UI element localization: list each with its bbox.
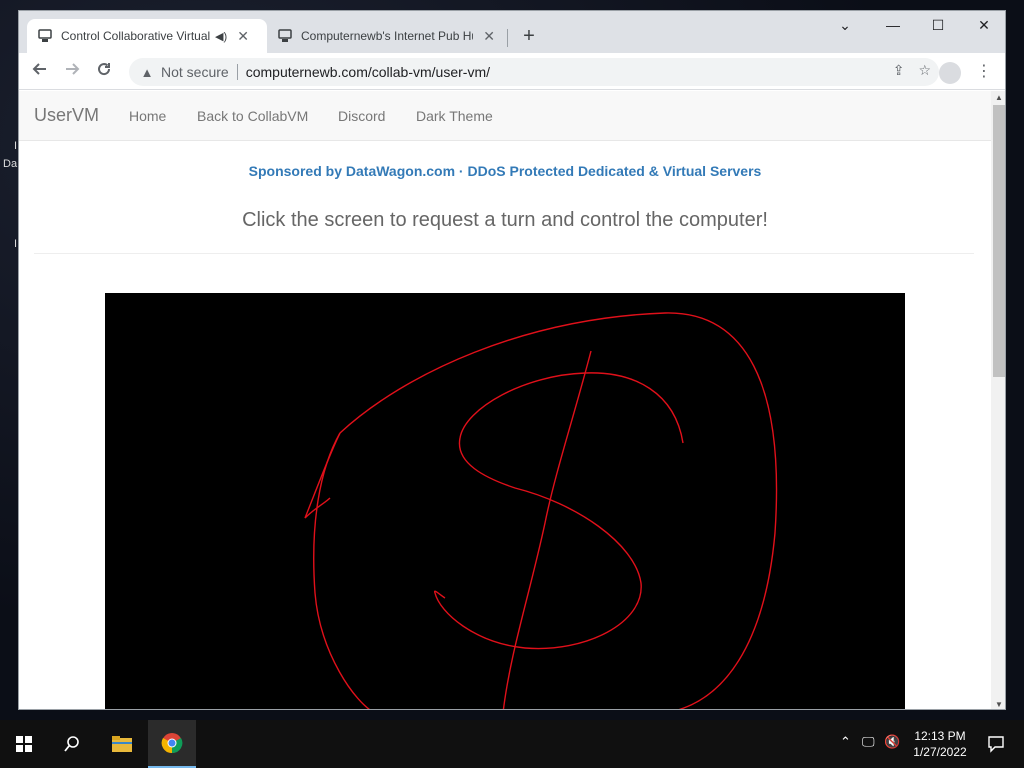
computer-favicon-icon bbox=[37, 28, 53, 44]
site-brand[interactable]: UserVM bbox=[34, 105, 99, 126]
menu-kebab-icon[interactable]: ⋮ bbox=[976, 61, 992, 81]
site-navbar: UserVM Home Back to CollabVM Discord Dar… bbox=[19, 91, 991, 141]
close-tab-icon[interactable]: ✕ bbox=[235, 28, 251, 45]
volume-muted-icon[interactable]: 🔇 bbox=[884, 734, 900, 750]
instructions-heading: Click the screen to request a turn and c… bbox=[242, 209, 768, 231]
reload-icon[interactable] bbox=[93, 61, 115, 83]
desktop-edge-text: I bbox=[14, 140, 18, 152]
tab-title: Computernewb's Internet Pub Hub bbox=[301, 29, 474, 43]
scrollbar-thumb[interactable] bbox=[993, 105, 1005, 377]
warning-triangle-icon[interactable]: ▲ bbox=[139, 65, 155, 80]
nav-link-home[interactable]: Home bbox=[129, 108, 166, 124]
omnibox-actions: ⇪ ☆ bbox=[893, 62, 931, 79]
tab-separator bbox=[507, 29, 508, 47]
sponsor-link[interactable]: Sponsored by DataWagon.com · DDoS Protec… bbox=[19, 163, 991, 179]
profile-avatar-icon[interactable] bbox=[939, 62, 961, 84]
scroll-up-icon[interactable]: ▲ bbox=[991, 93, 1005, 102]
divider bbox=[34, 253, 974, 254]
address-bar[interactable]: ▲ Not secure computernewb.com/collab-vm/… bbox=[129, 58, 939, 86]
tab-collabvm[interactable]: Control Collaborative Virtual ◀︎) ✕ bbox=[27, 19, 267, 53]
clock-time: 12:13 PM bbox=[914, 729, 966, 743]
network-icon[interactable]: 🖵 bbox=[862, 734, 875, 750]
desktop-edge-text: I bbox=[14, 238, 18, 250]
minimize-icon[interactable]: — bbox=[881, 17, 905, 33]
nav-link-dark-theme[interactable]: Dark Theme bbox=[416, 108, 493, 124]
page-scrollbar[interactable]: ▲ ▼ bbox=[991, 91, 1005, 709]
desktop-edge-text: Da bbox=[3, 158, 18, 170]
windows-taskbar: ⌃ 🖵 🔇 12:13 PM 1/27/2022 bbox=[0, 720, 1024, 768]
url-text[interactable]: computernewb.com/collab-vm/user-vm/ bbox=[246, 64, 490, 80]
page-viewport: UserVM Home Back to CollabVM Discord Dar… bbox=[19, 91, 991, 709]
computer-favicon-icon bbox=[277, 28, 293, 44]
vm-screen[interactable] bbox=[105, 293, 905, 709]
tab-title: Control Collaborative Virtual bbox=[61, 29, 211, 43]
speaker-icon[interactable]: ◀︎) bbox=[215, 30, 227, 43]
clock-date: 1/27/2022 bbox=[913, 745, 967, 759]
vm-drawing bbox=[304, 312, 778, 709]
tab-strip: Control Collaborative Virtual ◀︎) ✕ Comp… bbox=[19, 11, 1005, 53]
windows-start-icon[interactable] bbox=[0, 720, 48, 768]
close-window-icon[interactable]: ✕ bbox=[972, 17, 996, 34]
file-explorer-icon[interactable] bbox=[98, 720, 146, 768]
tab-pub-hub[interactable]: Computernewb's Internet Pub Hub ✕ bbox=[267, 19, 507, 53]
browser-window: Control Collaborative Virtual ◀︎) ✕ Comp… bbox=[18, 10, 1006, 710]
share-icon[interactable]: ⇪ bbox=[893, 62, 905, 79]
bookmark-star-icon[interactable]: ☆ bbox=[918, 62, 931, 79]
nav-link-back-to-collabvm[interactable]: Back to CollabVM bbox=[197, 108, 308, 124]
close-tab-icon[interactable]: ✕ bbox=[481, 28, 497, 45]
tab-search-icon[interactable]: ⌄ bbox=[833, 17, 857, 34]
search-icon[interactable] bbox=[48, 720, 96, 768]
forward-arrow-icon[interactable] bbox=[61, 61, 83, 83]
new-tab-button[interactable]: + bbox=[517, 25, 541, 48]
maximize-icon[interactable]: ☐ bbox=[926, 17, 950, 34]
browser-toolbar: ▲ Not secure computernewb.com/collab-vm/… bbox=[19, 53, 1005, 90]
omnibox-divider bbox=[236, 64, 238, 80]
system-clock[interactable]: 12:13 PM 1/27/2022 bbox=[905, 728, 975, 760]
back-arrow-icon[interactable] bbox=[29, 61, 51, 83]
chrome-taskbar-icon[interactable] bbox=[148, 720, 196, 768]
show-hidden-icons-chevron-icon[interactable]: ⌃ bbox=[840, 734, 851, 750]
scroll-down-icon[interactable]: ▼ bbox=[991, 700, 1005, 709]
nav-link-discord[interactable]: Discord bbox=[338, 108, 385, 124]
notifications-icon[interactable] bbox=[972, 720, 1020, 768]
security-indicator[interactable]: Not secure bbox=[161, 64, 229, 80]
